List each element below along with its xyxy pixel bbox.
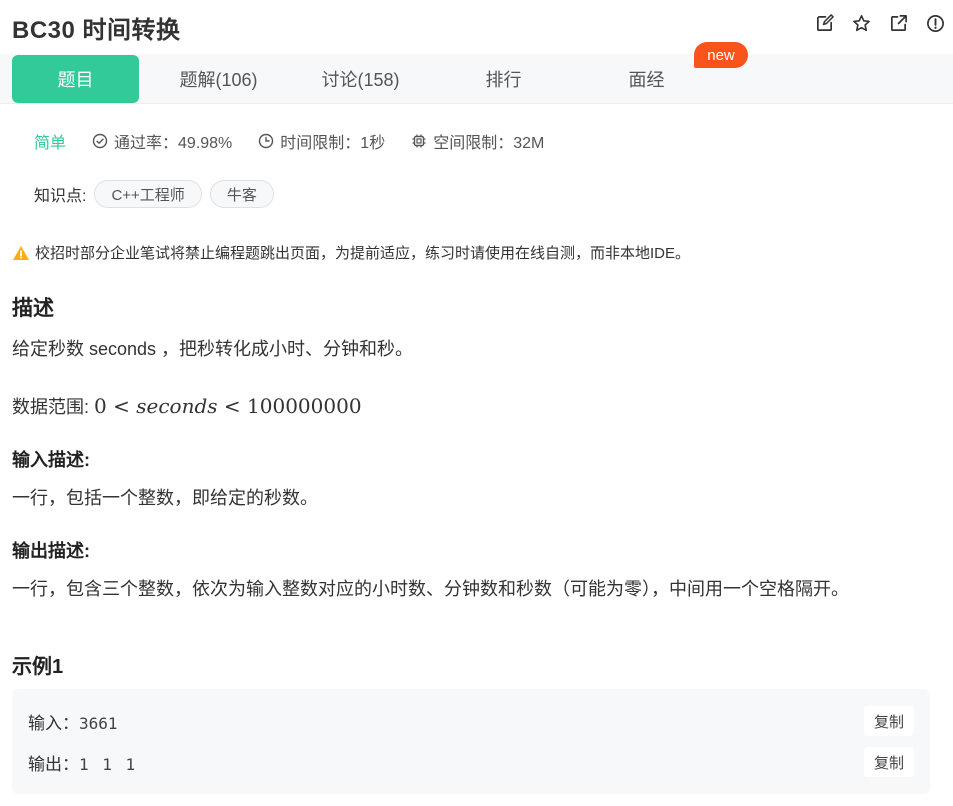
tag-cpp-engineer[interactable]: C++工程师 — [94, 180, 202, 208]
input-heading: 输入描述: — [12, 450, 90, 470]
knowledge-tags: 知识点: C++工程师 牛客 — [34, 180, 274, 208]
example-output-label: 输出： — [28, 755, 79, 774]
clock-icon — [259, 133, 274, 149]
example-input-value: 3661 — [79, 714, 118, 733]
space-limit: 空间限制：32M — [411, 129, 544, 153]
tag-nowcoder[interactable]: 牛客 — [209, 180, 274, 208]
info-icon[interactable] — [926, 14, 945, 33]
edit-icon[interactable] — [815, 14, 834, 33]
chip-icon — [412, 134, 426, 148]
data-range-formula: 0 < seconds < 100000000 — [94, 394, 362, 418]
share-icon[interactable] — [889, 14, 908, 33]
tab-interview[interactable]: 面经 — [583, 55, 710, 103]
example-output-value: 1 1 1 — [79, 755, 138, 774]
new-badge: new — [694, 42, 748, 68]
difficulty-label: 简单 — [34, 135, 67, 152]
tab-problem[interactable]: 题目 — [12, 55, 139, 103]
range-lt-2: < — [223, 394, 241, 418]
output-heading: 输出描述: — [12, 541, 90, 561]
description-heading: 描述 — [12, 297, 54, 320]
example-output-row: 输出：1 1 1 — [28, 750, 137, 775]
page-title: BC30 时间转换 — [12, 17, 181, 44]
range-upper: 100000000 — [247, 394, 362, 418]
problem-meta: 简单 通过率：49.98% 时间限制：1秒 空间限制：32M — [34, 130, 570, 152]
tab-solutions[interactable]: 题解(106) — [155, 55, 282, 103]
tab-discussion[interactable]: 讨论(158) — [297, 55, 424, 103]
time-limit: 时间限制：1秒 — [258, 129, 385, 153]
check-circle-icon — [92, 133, 108, 149]
copy-input-button[interactable]: 复制 — [864, 706, 914, 736]
pass-rate: 通过率：49.98% — [92, 129, 232, 153]
example-input-row: 输入：3661 — [28, 709, 118, 734]
warning-icon — [13, 245, 29, 260]
exam-warning: 校招时部分企业笔试将禁止编程题跳出页面，为提前适应，练习时请使用在线自测，而非本… — [12, 242, 690, 263]
output-text: 一行，包含三个整数，依次为输入整数对应的小时数、分钟数和秒数（可能为零），中间用… — [12, 579, 849, 599]
range-lower: 0 — [94, 394, 107, 418]
knowledge-label: 知识点: — [34, 188, 87, 205]
range-lt-1: < — [113, 394, 130, 418]
header-actions — [815, 14, 945, 33]
tab-bar: 题目 题解(106) 讨论(158) 排行 面经 — [0, 54, 953, 104]
example-box: 输入：3661 复制 输出：1 1 1 复制 — [12, 689, 930, 794]
space-limit-text: 空间限制：32M — [433, 135, 545, 152]
warning-text: 校招时部分企业笔试将禁止编程题跳出页面，为提前适应，练习时请使用在线自测，而非本… — [35, 245, 691, 262]
input-text: 一行，包括一个整数，即给定的秒数。 — [12, 488, 318, 508]
example-heading: 示例1 — [12, 656, 64, 678]
range-variable: seconds — [136, 394, 218, 418]
example-input-label: 输入： — [28, 714, 79, 733]
data-range: 数据范围: 0 < seconds < 100000000 — [12, 393, 362, 419]
data-range-label: 数据范围: — [12, 397, 95, 417]
pass-rate-text: 通过率：49.98% — [114, 135, 233, 152]
star-icon[interactable] — [852, 14, 871, 33]
copy-output-button[interactable]: 复制 — [864, 747, 914, 777]
tab-ranking[interactable]: 排行 — [440, 55, 567, 103]
description-text: 给定秒数 seconds ，把秒转化成小时、分钟和秒。 — [12, 339, 414, 359]
page-header: BC30 时间转换 — [0, 0, 953, 52]
time-limit-text: 时间限制：1秒 — [280, 135, 386, 152]
